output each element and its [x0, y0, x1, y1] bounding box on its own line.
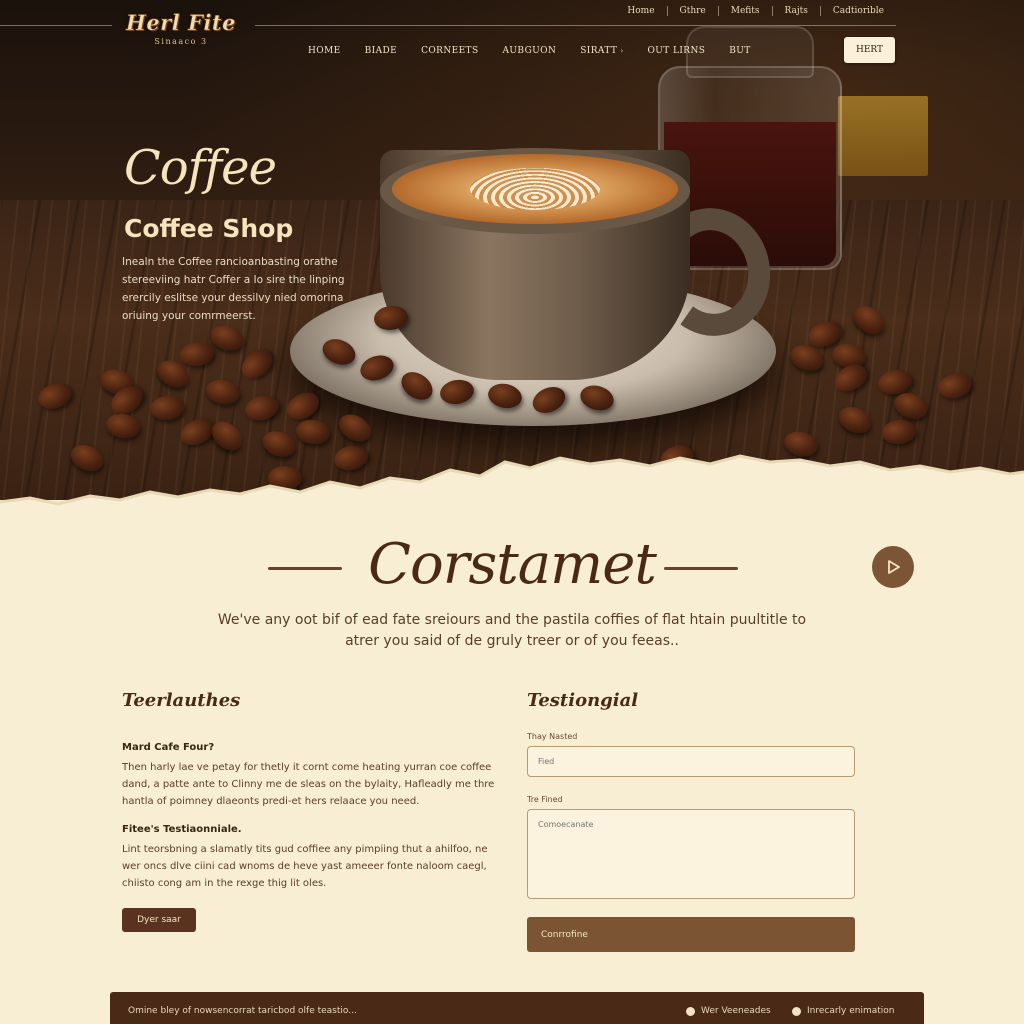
- faq-question-1: Mard Cafe Four?: [122, 742, 215, 753]
- header-cta-button[interactable]: HERT: [844, 37, 895, 63]
- faq-answer-2: Lint teorsbning a slamatly tits gud coff…: [122, 844, 488, 889]
- title-flourish-right: [664, 567, 738, 570]
- section-intro: We've any oot bif of ead fate sreiours a…: [217, 612, 807, 649]
- nav-item-6[interactable]: OUT LIRNS: [636, 44, 718, 58]
- logo-text: Herl Fite: [125, 10, 236, 36]
- nav-item-7[interactable]: BUT: [717, 44, 762, 58]
- comment-textarea[interactable]: [527, 809, 855, 899]
- footer-bar: Omine bley of nowsencorrat taricbod olfe…: [110, 992, 924, 1024]
- top-links: Home Gthre Mefits Rajts Cadtiorible: [615, 6, 896, 16]
- logo-subtitle: Sinaaco 3: [154, 37, 208, 46]
- nav-item-4[interactable]: AUBGUON: [491, 44, 569, 58]
- top-link-4[interactable]: Rajts: [771, 6, 820, 16]
- top-link-home[interactable]: Home: [615, 6, 666, 16]
- chevron-right-icon: ›: [620, 47, 624, 55]
- section-title: Corstamet: [368, 532, 657, 597]
- hero-title: Coffee Shop: [124, 214, 294, 243]
- faq-heading: Teerlauthes: [122, 690, 241, 711]
- field-label-1: Thay Nasted: [527, 732, 578, 741]
- info-icon: [792, 1006, 801, 1016]
- latte-art: [470, 168, 600, 210]
- name-input[interactable]: [527, 746, 855, 777]
- footer-link-2[interactable]: Inrecarly enimation: [792, 1006, 895, 1016]
- faq-button[interactable]: Dyer saar: [122, 908, 196, 932]
- nav-item-3[interactable]: CORNEETS: [409, 44, 490, 58]
- faq-answer-1: Then harly lae ve petay for thetly it co…: [122, 762, 495, 807]
- torn-paper-divider: [0, 454, 1024, 522]
- top-link-3[interactable]: Mefits: [717, 6, 772, 16]
- submit-button[interactable]: Conrrofine: [527, 917, 855, 952]
- form-heading: Testiongial: [527, 690, 639, 711]
- footer-text: Omine bley of nowsencorrat taricbod olfe…: [128, 1006, 357, 1016]
- top-link-2[interactable]: Gthre: [666, 6, 718, 16]
- footer-link-1[interactable]: Wer Veeneades: [686, 1006, 771, 1016]
- faq-question-2: Fitee's Testiaonniale.: [122, 824, 242, 835]
- nav-item-5-dropdown[interactable]: SIRATT ›: [568, 44, 635, 58]
- header-rule-left: [0, 25, 112, 26]
- hero-description: Inealn the Coffee rancioanbasting orathe…: [122, 256, 345, 322]
- site-logo[interactable]: Herl Fite Sinaaco 3: [122, 10, 240, 62]
- hero-section: [0, 0, 1024, 500]
- nav-item-home[interactable]: HOME: [296, 44, 353, 58]
- logo-mark: Herl Fite: [122, 10, 240, 36]
- main-nav: HOME BIADE CORNEETS AUBGUON SIRATT › OUT …: [296, 44, 763, 58]
- info-icon: [686, 1006, 695, 1016]
- window-glow: [838, 96, 928, 176]
- top-link-5[interactable]: Cadtiorible: [819, 6, 896, 16]
- nav-item-2[interactable]: BIADE: [353, 44, 409, 58]
- play-button[interactable]: [872, 546, 914, 588]
- header-rule: [255, 25, 896, 26]
- testimonial-form: Testiongial Thay Nasted Tre Fined Conrro…: [527, 690, 857, 952]
- faq-column: Teerlauthes Mard Cafe Four? Then harly l…: [122, 690, 502, 932]
- play-icon: [888, 560, 900, 574]
- field-label-2: Tre Fined: [527, 795, 563, 804]
- hero-script-title: Coffee: [124, 140, 277, 196]
